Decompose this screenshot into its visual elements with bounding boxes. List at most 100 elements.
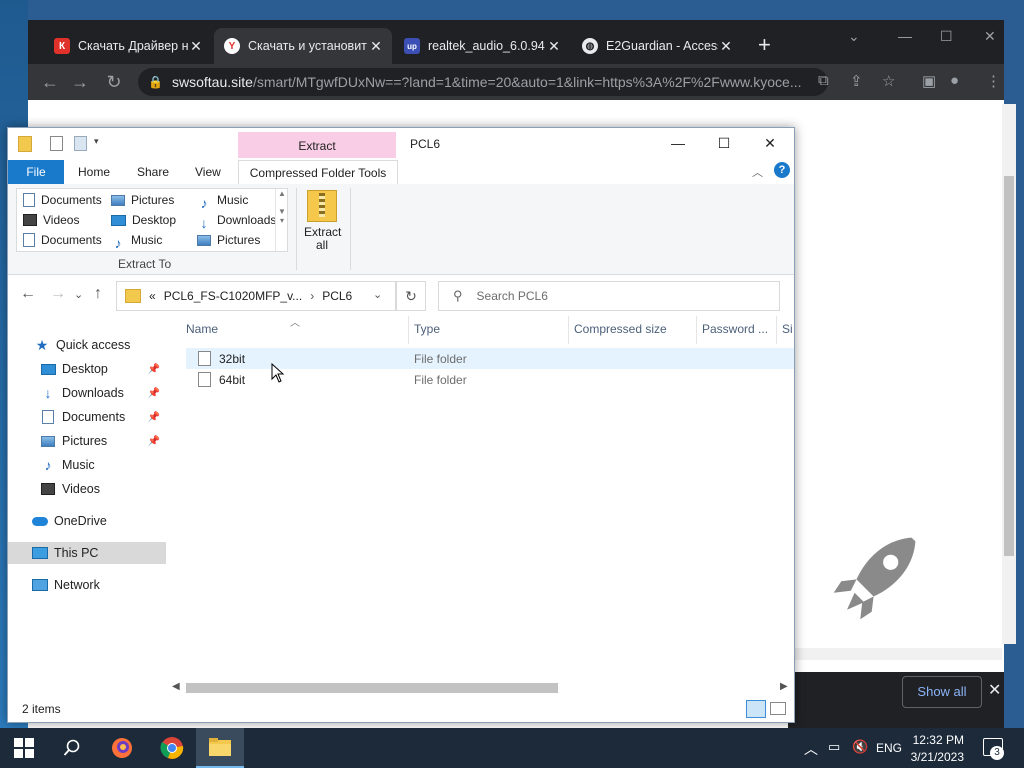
chevron-up-icon[interactable]: ︿	[804, 739, 818, 759]
file-list-horizontal-scrollbar[interactable]: ◀ ▶	[168, 680, 794, 696]
back-icon[interactable]: ←	[20, 285, 36, 303]
show-all-button[interactable]: Show all	[902, 676, 982, 708]
column-header-type[interactable]: Type	[414, 322, 440, 336]
close-tab-icon[interactable]: ✕	[546, 38, 562, 55]
page-horizontal-scrollbar[interactable]	[788, 648, 1002, 660]
back-icon[interactable]: ←	[38, 70, 62, 94]
tab-share[interactable]: Share	[127, 160, 179, 184]
extract-to-desktop[interactable]: Desktop	[111, 211, 176, 229]
nav-network[interactable]: Network	[8, 574, 166, 596]
volume-muted-icon[interactable]: 🔇	[852, 739, 868, 755]
collapse-ribbon-icon[interactable]: ︿	[752, 164, 763, 180]
file-explorer-icon[interactable]	[196, 728, 244, 768]
chevron-down-icon[interactable]: ⌄	[373, 288, 382, 301]
extract-to-downloads[interactable]: ↓ Downloads	[197, 211, 277, 231]
explorer-address-bar[interactable]: « PCL6_FS-C1020MFP_v... › PCL6 ⌄	[116, 281, 396, 311]
horizontal-scroll-thumb[interactable]	[186, 683, 558, 693]
close-tab-icon[interactable]: ✕	[368, 38, 384, 55]
translate-icon[interactable]: ⧉	[818, 72, 829, 89]
tab-search-icon[interactable]: ⌄	[848, 28, 860, 45]
nav-music[interactable]: ♪ Music	[8, 454, 166, 476]
recent-locations-icon[interactable]: ⌄	[74, 288, 83, 301]
extract-to-music-2[interactable]: ♪ Music	[111, 231, 163, 251]
nav-documents[interactable]: Documents 📌	[8, 406, 166, 428]
clock-date[interactable]: 3/21/2023	[911, 750, 964, 764]
reload-icon[interactable]: ↻	[102, 70, 126, 94]
maximize-icon[interactable]: ☐	[940, 28, 953, 45]
help-icon[interactable]: ?	[774, 162, 790, 178]
new-tab-icon[interactable]: +	[758, 34, 771, 56]
close-icon[interactable]: ✕	[750, 132, 790, 154]
extract-to-documents-2[interactable]: Documents	[23, 231, 102, 249]
extract-to-pictures[interactable]: Pictures	[111, 191, 174, 209]
column-divider[interactable]	[568, 316, 569, 344]
address-bar[interactable]: 🔒 swsoftau.site/smart/MTgwfDUxNw==?land=…	[138, 68, 828, 96]
scroll-left-icon[interactable]: ◀	[172, 681, 180, 692]
nav-quick-access[interactable]: ★ Quick access	[8, 334, 166, 356]
large-icons-view-icon[interactable]	[770, 702, 786, 715]
breadcrumb-overflow[interactable]: «	[149, 289, 156, 303]
page-scrollbar[interactable]	[1002, 104, 1016, 644]
side-panel-icon[interactable]: ▣	[922, 72, 936, 90]
menu-dots-icon[interactable]: ⋮	[986, 72, 1001, 90]
column-divider[interactable]	[408, 316, 409, 344]
browser-tab-2[interactable]: Y Скачать и установит ✕	[214, 28, 392, 64]
minimize-icon[interactable]: —	[898, 28, 912, 44]
column-header-compressed-size[interactable]: Compressed size	[574, 322, 667, 336]
column-header-name[interactable]: Name	[186, 322, 218, 336]
nav-pictures[interactable]: Pictures 📌	[8, 430, 166, 452]
clock-time[interactable]: 12:32 PM	[913, 733, 964, 747]
scroll-right-icon[interactable]: ▶	[780, 681, 788, 692]
gallery-scroll[interactable]: ▲ ▼ ▾	[275, 189, 288, 251]
bookmark-star-icon[interactable]: ☆	[882, 72, 895, 90]
customize-qat-icon[interactable]: ▾	[94, 136, 108, 150]
profile-avatar-icon[interactable]: ●	[950, 72, 959, 89]
tab-view[interactable]: View	[185, 160, 231, 184]
forward-icon[interactable]: →	[68, 70, 92, 94]
language-indicator[interactable]: ENG	[876, 741, 902, 755]
column-header-password[interactable]: Password ...	[702, 322, 768, 336]
forward-icon[interactable]: →	[50, 285, 66, 303]
extract-to-music[interactable]: ♪ Music	[197, 191, 249, 211]
nav-this-pc[interactable]: This PC	[8, 542, 166, 564]
extract-to-pictures-2[interactable]: Pictures	[197, 231, 260, 249]
details-view-icon[interactable]	[746, 700, 766, 718]
browser-tab-3[interactable]: up realtek_audio_6.0.94 ✕	[394, 28, 570, 64]
search-input[interactable]: ⚲ Search PCL6	[438, 281, 780, 311]
network-status-icon[interactable]: ▭	[828, 739, 840, 755]
extract-all-button[interactable]: Extract all	[304, 190, 341, 252]
firefox-icon[interactable]	[98, 728, 146, 768]
chevron-right-icon[interactable]: ›	[310, 289, 314, 303]
refresh-icon[interactable]: ↻	[396, 281, 426, 311]
column-divider[interactable]	[776, 316, 777, 344]
close-download-bar-icon[interactable]: ✕	[988, 680, 1001, 700]
browser-tab-4[interactable]: ◍ E2Guardian - Access ✕	[572, 28, 742, 64]
windows-start-icon[interactable]	[14, 738, 34, 758]
nav-videos[interactable]: Videos	[8, 478, 166, 500]
close-window-icon[interactable]: ✕	[984, 28, 996, 45]
nav-desktop[interactable]: Desktop 📌	[8, 358, 166, 380]
browser-tab-1[interactable]: К Скачать Драйвер на ✕	[44, 28, 212, 64]
extract-to-videos[interactable]: Videos	[23, 211, 79, 229]
new-folder-icon[interactable]	[74, 136, 87, 151]
breadcrumb-segment[interactable]: PCL6_FS-C1020MFP_v...	[164, 289, 303, 303]
extract-to-documents[interactable]: Documents	[23, 191, 102, 209]
maximize-icon[interactable]: ☐	[704, 132, 744, 154]
up-icon[interactable]: ↑	[94, 285, 102, 303]
tab-file[interactable]: File	[8, 160, 64, 184]
share-icon[interactable]: ⇪	[850, 72, 863, 90]
close-tab-icon[interactable]: ✕	[718, 38, 734, 55]
close-tab-icon[interactable]: ✕	[188, 38, 204, 55]
column-header-size[interactable]: Si	[782, 322, 793, 336]
tab-compressed-folder-tools[interactable]: Compressed Folder Tools	[238, 160, 398, 185]
nav-onedrive[interactable]: OneDrive	[8, 510, 166, 532]
breadcrumb-segment[interactable]: PCL6	[322, 289, 352, 303]
chrome-icon[interactable]	[148, 728, 196, 768]
search-icon[interactable]	[48, 728, 96, 768]
page-scrollbar-thumb[interactable]	[1004, 176, 1014, 556]
column-divider[interactable]	[696, 316, 697, 344]
tab-home[interactable]: Home	[68, 160, 120, 184]
minimize-icon[interactable]: —	[658, 132, 698, 154]
properties-icon[interactable]	[50, 136, 63, 151]
nav-downloads[interactable]: ↓ Downloads 📌	[8, 382, 166, 404]
